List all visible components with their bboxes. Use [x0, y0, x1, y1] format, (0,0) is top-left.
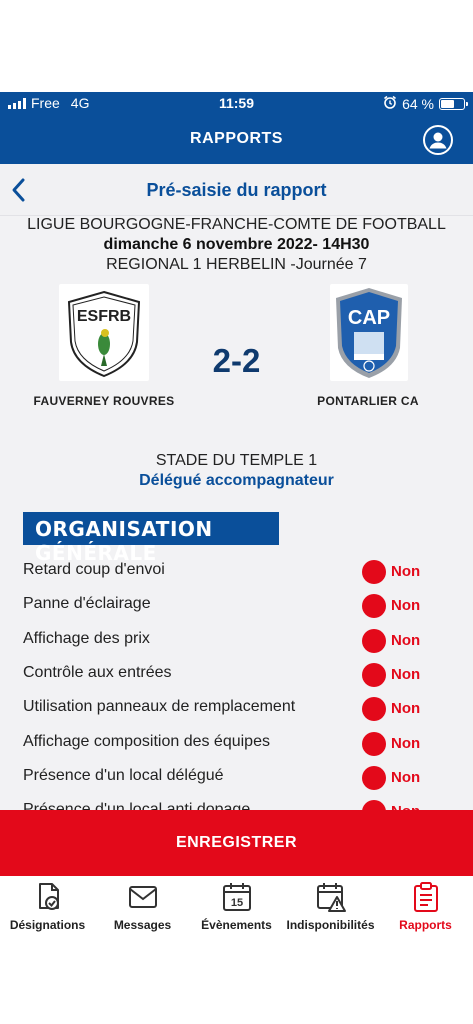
delegate-role: Délégué accompagnateur: [139, 472, 334, 489]
svg-text:ESFRB: ESFRB: [77, 308, 131, 325]
away-team-logo: CAP: [330, 284, 408, 381]
toggle-dot-icon[interactable]: [362, 697, 386, 722]
checklist-label: Retard coup d'envoi: [23, 561, 165, 578]
report-content[interactable]: LIGUE BOURGOGNE-FRANCHE-COMTE DE FOOTBAL…: [0, 216, 473, 810]
checklist-label: Affichage composition des équipes: [23, 732, 270, 750]
profile-icon[interactable]: [423, 125, 453, 155]
alarm-icon: [383, 95, 397, 112]
checklist-row: Retard coup d'envoi Non: [0, 553, 473, 587]
checklist-value[interactable]: Non: [391, 803, 420, 810]
toggle-dot-icon[interactable]: [362, 800, 386, 810]
document-check-icon: [32, 882, 64, 912]
checklist-label: Utilisation panneaux de remplacement: [23, 698, 296, 716]
bottom-safe-area: [0, 938, 473, 1024]
tab-label: Désignations: [9, 918, 86, 932]
battery-percent: 64 %: [402, 95, 434, 112]
toggle-dot-icon[interactable]: [362, 731, 386, 756]
checklist-row: Présence d'un local anti dopage Non: [0, 793, 473, 810]
toggle-dot-icon[interactable]: [362, 662, 386, 687]
tab-label: Rapports: [399, 918, 452, 932]
checklist-row: Contrôle aux entrées Non: [0, 656, 473, 690]
checklist-row: Panne d'éclairage Non: [0, 587, 473, 621]
save-button[interactable]: ENREGISTRER: [0, 810, 473, 876]
home-team-name: FAUVERNEY ROUVRES: [33, 394, 175, 408]
app-title: RAPPORTS: [190, 130, 283, 147]
checklist-row: Affichage composition des équipes Non: [0, 725, 473, 759]
checklist-value[interactable]: Non: [391, 563, 420, 580]
page-header: Pré-saisie du rapport: [0, 164, 473, 216]
battery-icon: [439, 97, 468, 110]
checklist-label: Affichage des prix: [23, 629, 150, 647]
checklist-label: Panne d'éclairage: [23, 595, 151, 613]
calendar-warning-icon: [315, 882, 347, 912]
tab-label: Évènements: [201, 918, 272, 932]
checklist-label: Contrôle aux entrées: [23, 663, 172, 681]
app-header: RAPPORTS: [0, 114, 473, 164]
away-team-name: PONTARLIER CA: [317, 394, 419, 408]
calendar-icon: 15: [221, 882, 253, 912]
checklist-row: Présence d'un local délégué Non: [0, 759, 473, 793]
checklist-value[interactable]: Non: [391, 735, 420, 752]
svg-text:CAP: CAP: [348, 307, 390, 329]
tab-designations[interactable]: Désignations: [0, 876, 95, 938]
envelope-icon: [127, 882, 159, 912]
checklist-value[interactable]: Non: [391, 666, 420, 683]
checklist-value[interactable]: Non: [391, 597, 420, 614]
tab-indisponibilites[interactable]: Indisponibilités: [283, 876, 378, 938]
tab-label: Messages: [113, 918, 172, 932]
checklist-value[interactable]: Non: [391, 700, 420, 717]
svg-text:15: 15: [230, 897, 242, 909]
checklist-label: Présence d'un local anti dopage: [23, 801, 251, 810]
tab-messages[interactable]: Messages: [95, 876, 190, 938]
tab-bar: Désignations Messages 15 Évènements Indi…: [0, 876, 473, 938]
status-bar: Free 4G 11:59 64 %: [0, 92, 473, 114]
toggle-dot-icon[interactable]: [362, 765, 386, 790]
checklist-row: Utilisation panneaux de remplacement Non: [0, 690, 473, 724]
match-datetime: dimanche 6 novembre 2022- 14H30: [103, 236, 370, 253]
screen: Free 4G 11:59 64 % RAPPORTS Pré-saisie d…: [0, 0, 473, 1024]
checklist-row: Affichage des prix Non: [0, 622, 473, 656]
toggle-dot-icon[interactable]: [362, 560, 386, 584]
section-title: ORGANISATION GÉNÉRALE: [23, 512, 279, 565]
league-name: LIGUE BOURGOGNE-FRANCHE-COMTE DE FOOTBAL…: [27, 216, 446, 233]
tab-rapports[interactable]: Rapports: [378, 876, 473, 938]
toggle-dot-icon[interactable]: [362, 628, 386, 653]
status-right: 64 %: [383, 95, 468, 112]
tab-evenements[interactable]: 15 Évènements: [190, 876, 283, 938]
tab-label: Indisponibilités: [286, 918, 375, 932]
clipboard-icon: [410, 882, 442, 912]
toggle-dot-icon[interactable]: [362, 594, 386, 619]
checklist-label: Présence d'un local délégué: [23, 766, 224, 784]
checklist-value[interactable]: Non: [391, 769, 420, 786]
checklist-value[interactable]: Non: [391, 632, 420, 649]
page-title: Pré-saisie du rapport: [146, 180, 327, 200]
stadium-name: STADE DU TEMPLE 1: [155, 452, 318, 469]
competition-name: REGIONAL 1 HERBELIN -Journée 7: [106, 256, 367, 273]
